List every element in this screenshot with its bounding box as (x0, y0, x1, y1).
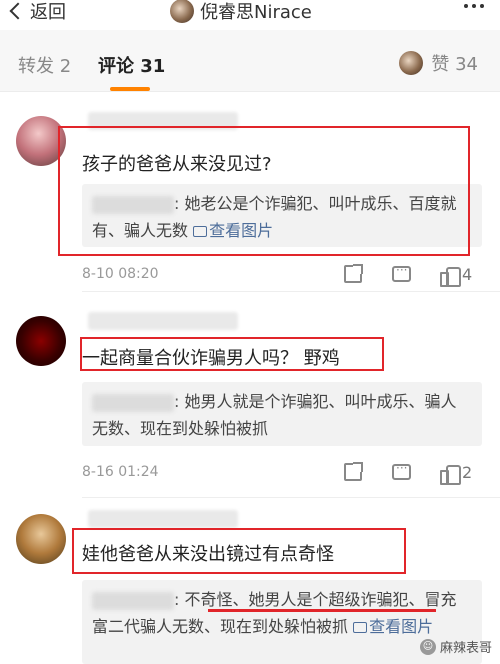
reply-username-redacted (92, 591, 174, 610)
tab-comments[interactable]: 评论 31 (98, 52, 165, 78)
reply-button[interactable] (392, 460, 411, 484)
tab-bar: 转发 2 评论 31 赞 34 (0, 30, 500, 92)
author-avatar[interactable] (170, 0, 194, 23)
liker-avatar (399, 51, 424, 75)
comment-footer: 8-16 01:24 2 (82, 460, 482, 485)
active-tab-indicator (110, 87, 150, 91)
like-count: 2 (462, 462, 473, 482)
thumbs-up-icon (440, 265, 461, 287)
author-name: 倪睿思Nirace (200, 2, 312, 23)
comment-icon (392, 263, 411, 282)
comment-icon (392, 461, 411, 480)
tab-likes[interactable]: 赞 34 (399, 50, 478, 76)
view-image-link[interactable]: 查看图片 (353, 617, 433, 636)
reply-box[interactable]: : 她男人就是个诈骗犯、叫叶成乐、骗人无数、现在到处躲怕被抓 (82, 382, 482, 446)
tab-repost[interactable]: 转发 2 (18, 52, 71, 78)
highlight-underline (208, 609, 436, 612)
timestamp: 8-10 08:20 (82, 266, 159, 282)
watermark: ☺ 麻辣表哥 (419, 637, 492, 656)
watermark-text: 麻辣表哥 (439, 641, 492, 656)
avatar[interactable] (16, 316, 66, 366)
page-title: 倪睿思Nirace (170, 0, 312, 23)
like-count: 4 (462, 264, 473, 284)
more-icon[interactable] (464, 4, 484, 8)
thumbs-up-icon (440, 463, 461, 485)
chevron-left-icon (9, 2, 27, 20)
comment-item: 一起商量合伙诈骗男人吗？ 野鸡 : 她男人就是个诈骗犯、叫叶成乐、骗人无数、现在… (0, 292, 500, 498)
like-button[interactable]: 2 (440, 460, 473, 485)
avatar[interactable] (16, 514, 66, 564)
top-bar: 返回 倪睿思Nirace (0, 0, 500, 28)
watermark-icon: ☺ (419, 638, 436, 655)
share-button[interactable] (344, 262, 363, 286)
username-redacted[interactable] (88, 510, 238, 528)
highlight-box (72, 528, 406, 574)
reply-button[interactable] (392, 262, 411, 286)
like-button[interactable]: 4 (440, 262, 473, 287)
likes-label: 赞 34 (431, 54, 478, 75)
share-icon (344, 462, 363, 481)
share-icon (344, 264, 363, 283)
username-redacted[interactable] (88, 312, 238, 330)
comment-footer: 8-10 08:20 4 (82, 262, 482, 287)
timestamp: 8-16 01:24 (82, 464, 159, 480)
highlight-box (80, 337, 384, 371)
share-button[interactable] (344, 460, 363, 484)
highlight-box (58, 126, 470, 256)
image-icon (353, 622, 368, 633)
back-label: 返回 (30, 2, 66, 23)
reply-username-redacted (92, 393, 174, 412)
back-button[interactable]: 返回 (6, 0, 66, 23)
